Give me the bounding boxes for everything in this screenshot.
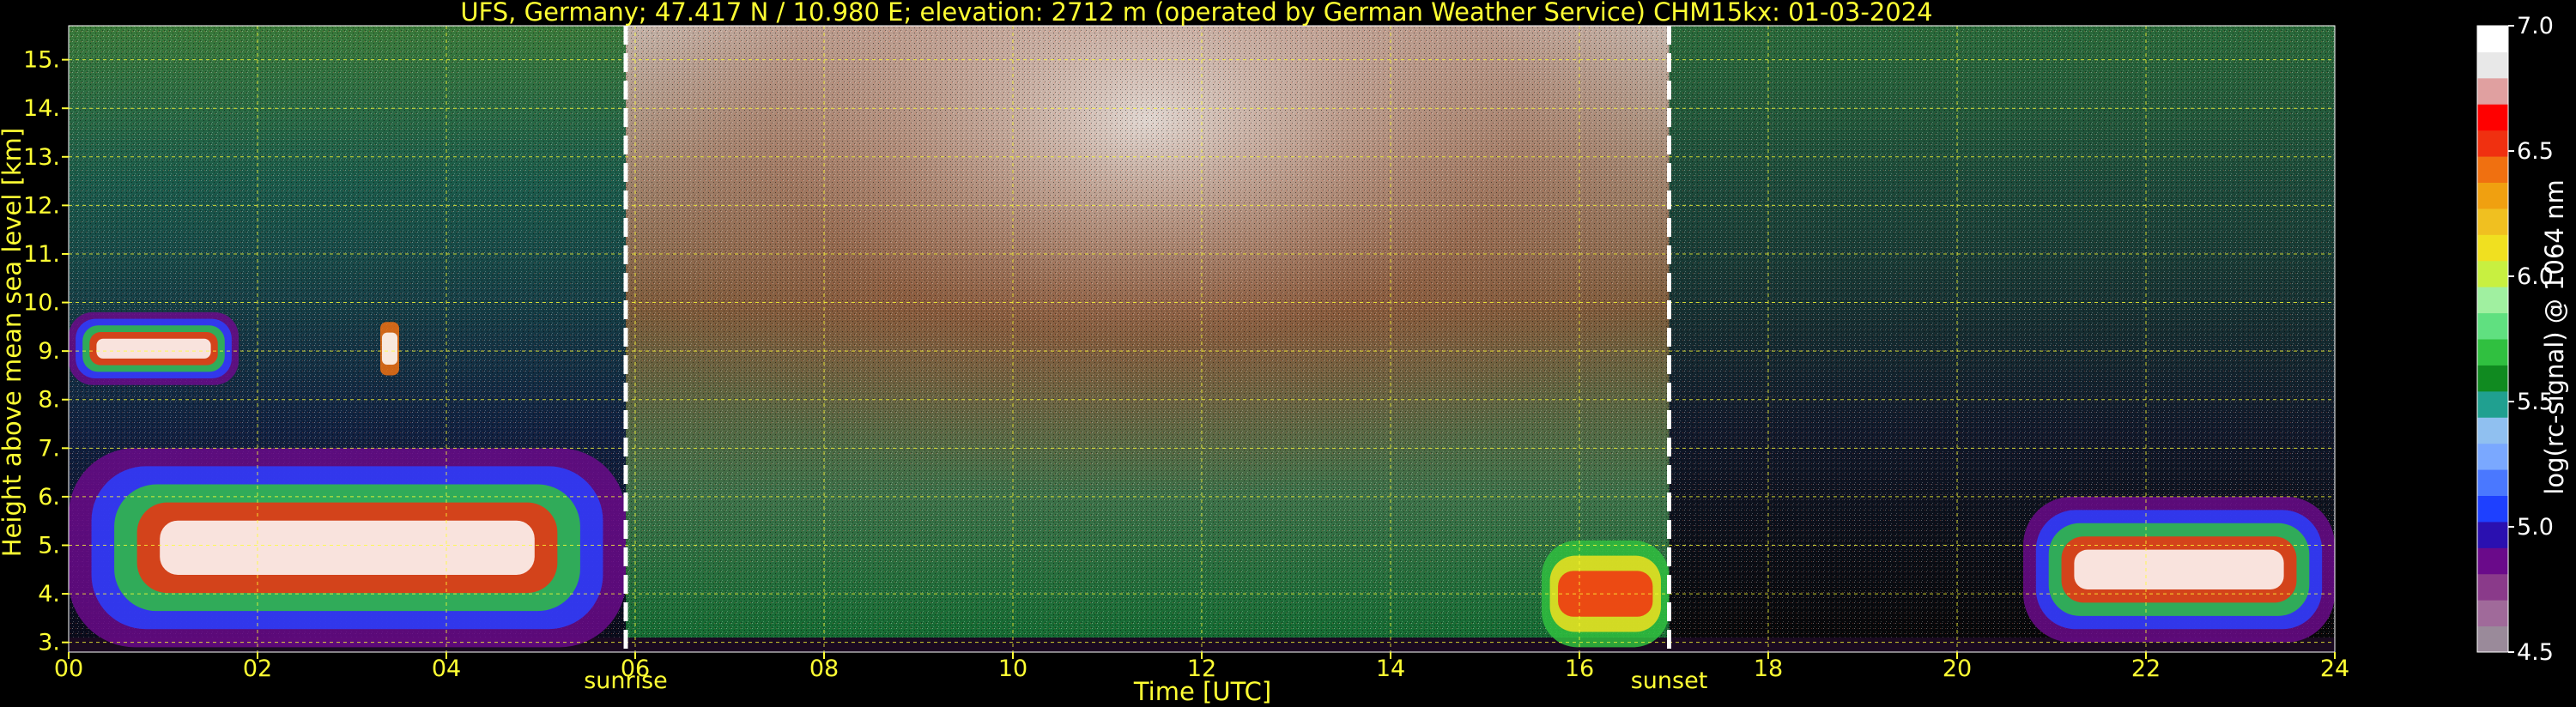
feature-2-band-4 (160, 520, 535, 575)
chart-title: UFS, Germany; 47.417 N / 10.980 E; eleva… (460, 0, 1932, 27)
y-axis-ticks: 3. 4. 5. 6. 7. 8. 9. 10. 11. 12. 13. 14. 15. (23, 47, 69, 656)
colorbar-swatch-10 (2477, 365, 2508, 392)
colorbar-swatch-9 (2477, 390, 2508, 418)
y-tick-label-7: 10. (23, 290, 60, 317)
colorbar-swatch-0 (2477, 625, 2508, 653)
colorbar-label: log(rc-signal) @ 1064 nm (2540, 179, 2569, 494)
y-tick-label-9: 12. (23, 192, 60, 219)
colorbar-tick-label-1: 5.0 (2517, 514, 2554, 541)
x-tick-label-4: 08 (809, 656, 839, 682)
x-tick-label-3: 06 (621, 656, 650, 682)
colorbar-swatch-3 (2477, 547, 2508, 575)
colorbar-swatch-23 (2477, 26, 2508, 52)
colorbar-swatch-18 (2477, 156, 2508, 183)
colorbar-swatch-7 (2477, 443, 2508, 470)
colorbar-swatch-1 (2477, 600, 2508, 627)
colorbar-swatch-12 (2477, 312, 2508, 340)
colorbar-swatch-5 (2477, 495, 2508, 523)
colorbar-swatch-14 (2477, 260, 2508, 287)
colorbar-swatch-15 (2477, 234, 2508, 262)
sunset-label: sunset (1631, 668, 1708, 694)
x-tick-label-12: 24 (2320, 656, 2349, 682)
x-tick-label-10: 20 (1943, 656, 1972, 682)
x-tick-label-0: 00 (54, 656, 83, 682)
colorbar-swatch-16 (2477, 208, 2508, 235)
y-tick-label-6: 9. (38, 338, 60, 365)
colorbar-swatch-22 (2477, 51, 2508, 79)
colorbar-swatch-4 (2477, 521, 2508, 548)
colorbar-tick-label-0: 4.5 (2517, 639, 2554, 666)
feature-4-band-4 (2074, 549, 2284, 589)
y-tick-label-3: 6. (38, 484, 60, 511)
x-tick-label-8: 16 (1565, 656, 1594, 682)
y-tick-label-8: 11. (23, 241, 60, 268)
y-tick-label-0: 3. (38, 630, 60, 656)
x-tick-label-9: 18 (1754, 656, 1783, 682)
feature-3-band-2 (1558, 571, 1653, 617)
colorbar-swatch-19 (2477, 130, 2508, 157)
x-tick-label-2: 04 (432, 656, 461, 682)
colorbar-swatch-2 (2477, 573, 2508, 601)
y-tick-label-4: 7. (38, 435, 60, 462)
colorbar-swatch-8 (2477, 417, 2508, 444)
colorbar-swatch-17 (2477, 182, 2508, 209)
x-axis-label: Time [UTC] (1133, 677, 1271, 706)
y-tick-label-1: 4. (38, 581, 60, 607)
y-tick-label-12: 15. (23, 47, 60, 74)
feature-0-band-4 (96, 338, 211, 359)
y-tick-label-11: 14. (23, 95, 60, 122)
colorbar-swatch-21 (2477, 77, 2508, 105)
x-tick-label-7: 14 (1376, 656, 1405, 682)
colorbar-tick-label-4: 6.5 (2517, 138, 2554, 165)
colorbar-swatch-11 (2477, 339, 2508, 366)
feature-1-band-1 (381, 332, 398, 365)
y-tick-label-5: 8. (38, 387, 60, 414)
y-axis-label: Height above mean sea level [km] (0, 128, 27, 557)
colorbar-swatch-20 (2477, 104, 2508, 131)
x-tick-label-11: 22 (2131, 656, 2161, 682)
colorbar-swatch-13 (2477, 287, 2508, 314)
y-tick-label-10: 13. (23, 144, 60, 171)
ceilometer-chart: sunrise sunset 00 02 04 06 08 10 12 14 16 18 20 22 24… (0, 0, 2569, 706)
y-tick-label-2: 5. (38, 533, 60, 559)
colorbar-swatch-6 (2477, 469, 2508, 496)
x-tick-label-5: 10 (998, 656, 1027, 682)
x-tick-label-1: 02 (243, 656, 272, 682)
colorbar-tick-label-5: 7.0 (2517, 13, 2554, 39)
